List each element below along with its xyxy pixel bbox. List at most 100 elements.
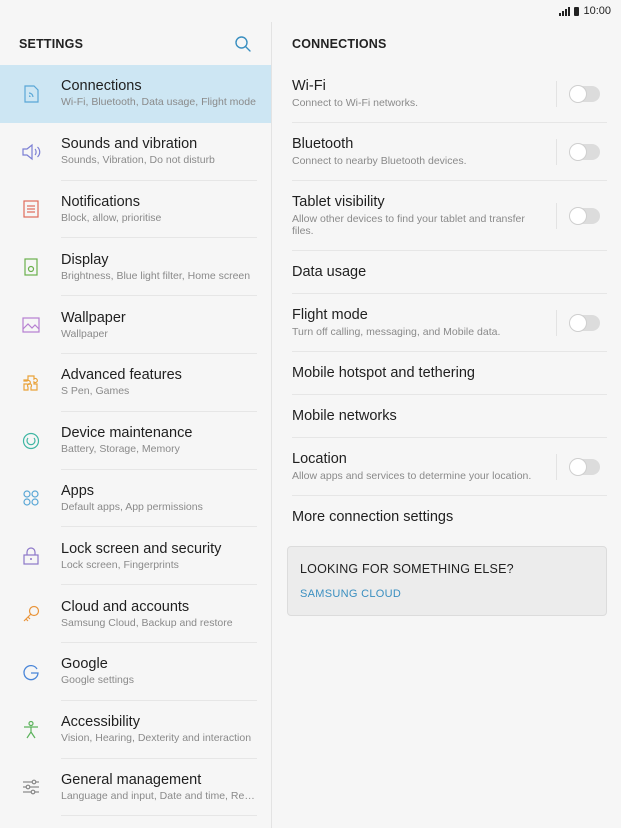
- item-subtitle: Connect to Wi-Fi networks.: [292, 97, 419, 109]
- item-title: Advanced features: [61, 367, 182, 384]
- settings-header: SETTINGS: [0, 22, 271, 65]
- suggestion-card: LOOKING FOR SOMETHING ELSE? SAMSUNG CLOU…: [287, 546, 607, 616]
- key-icon: [23, 605, 40, 622]
- status-bar: 10:00: [0, 0, 621, 22]
- battery-icon: [574, 6, 580, 16]
- item-title: General management: [61, 771, 202, 788]
- connection-item-bluetooth[interactable]: Bluetooth Connect to nearby Bluetooth dev…: [292, 123, 607, 181]
- connections-list: Wi-Fi Connect to Wi-Fi networks. Bluetoot…: [273, 65, 621, 539]
- settings-item-device-maintenance[interactable]: Device maintenance Battery, Storage, Memo…: [0, 412, 271, 470]
- maintenance-icon: [22, 432, 40, 449]
- item-subtitle: Turn off calling, messaging, and Mobile …: [292, 326, 501, 338]
- item-title: Data usage: [292, 263, 367, 280]
- settings-list: Connections Wi-Fi, Bluetooth, Data usage,…: [0, 65, 271, 817]
- settings-item-display[interactable]: Display Brightness, Blue light filter, Ho…: [0, 238, 271, 296]
- item-title: Accessibility: [61, 714, 140, 731]
- tablet-visibility-toggle[interactable]: [569, 206, 600, 225]
- divider: [556, 309, 557, 336]
- item-subtitle: Google settings: [61, 674, 134, 687]
- connection-item-flight-mode[interactable]: Flight mode Turn off calling, messaging, …: [292, 294, 607, 352]
- display-icon: [24, 258, 38, 276]
- item-title: Mobile networks: [292, 407, 397, 424]
- connections-icon: [24, 85, 39, 103]
- item-title: Mobile hotspot and tethering: [292, 364, 475, 381]
- settings-item-general-management[interactable]: General management Language and input, Da…: [0, 759, 271, 817]
- item-subtitle: Wallpaper: [61, 327, 108, 340]
- settings-item-lock-screen[interactable]: Lock screen and security Lock screen, Fin…: [0, 527, 271, 585]
- location-toggle[interactable]: [569, 457, 600, 476]
- connections-title: CONNECTIONS: [292, 36, 387, 51]
- item-subtitle: Brightness, Blue light filter, Home scre…: [61, 269, 251, 282]
- item-title: Notifications: [61, 193, 140, 210]
- item-title: Google: [61, 656, 108, 673]
- item-subtitle: Wi-Fi, Bluetooth, Data usage, Flight mod…: [61, 96, 256, 109]
- divider: [556, 80, 557, 107]
- settings-item-advanced-features[interactable]: Advanced features S Pen, Games: [0, 354, 271, 412]
- divider: [556, 202, 557, 229]
- wifi-toggle[interactable]: [569, 84, 600, 103]
- status-time: 10:00: [583, 5, 611, 17]
- settings-item-connections[interactable]: Connections Wi-Fi, Bluetooth, Data usage,…: [0, 65, 271, 123]
- item-subtitle: Lock screen, Fingerprints: [61, 558, 179, 571]
- item-subtitle: Sounds, Vibration, Do not disturb: [61, 154, 215, 167]
- item-title: Flight mode: [292, 307, 368, 323]
- divider: [556, 453, 557, 480]
- item-title: Cloud and accounts: [61, 598, 190, 615]
- item-subtitle: Allow apps and services to determine you…: [292, 470, 532, 482]
- search-icon[interactable]: [233, 34, 253, 54]
- google-icon: [23, 664, 39, 681]
- connection-item-tablet-visibility[interactable]: Tablet visibility Allow other devices to …: [292, 181, 607, 251]
- flight-mode-toggle[interactable]: [569, 313, 600, 332]
- item-title: Wallpaper: [61, 309, 126, 326]
- item-title: Apps: [61, 482, 95, 499]
- bluetooth-toggle[interactable]: [569, 142, 600, 161]
- settings-item-wallpaper[interactable]: Wallpaper Wallpaper: [0, 296, 271, 354]
- card-title: LOOKING FOR SOMETHING ELSE?: [300, 562, 514, 576]
- notifications-icon: [23, 200, 39, 219]
- connection-item-more-settings[interactable]: More connection settings: [292, 496, 607, 539]
- connection-item-data-usage[interactable]: Data usage: [292, 251, 607, 294]
- settings-item-accessibility[interactable]: Accessibility Vision, Hearing, Dexterity …: [0, 701, 271, 759]
- item-subtitle: Block, allow, prioritise: [61, 211, 162, 224]
- lock-icon: [23, 547, 39, 565]
- settings-title: SETTINGS: [19, 36, 84, 51]
- item-title: Display: [61, 251, 109, 268]
- connection-item-mobile-hotspot[interactable]: Mobile hotspot and tethering: [292, 352, 607, 395]
- signal-icon: [559, 6, 571, 16]
- item-title: More connection settings: [292, 509, 454, 525]
- item-title: Location: [292, 451, 347, 467]
- divider: [556, 138, 557, 165]
- item-subtitle: S Pen, Games: [61, 385, 130, 398]
- item-title: Connections: [61, 78, 142, 95]
- apps-icon: [23, 490, 39, 507]
- samsung-cloud-link[interactable]: SAMSUNG CLOUD: [300, 588, 594, 600]
- accessibility-icon: [24, 720, 38, 738]
- item-title: Sounds and vibration: [61, 136, 198, 153]
- connection-item-mobile-networks[interactable]: Mobile networks: [292, 395, 607, 438]
- puzzle-icon: [23, 375, 38, 391]
- item-subtitle: Language and input, Date and time, Res..…: [61, 789, 257, 802]
- connection-item-location[interactable]: Location Allow apps and services to deter…: [292, 438, 607, 496]
- item-title: Wi-Fi: [292, 78, 326, 94]
- sliders-icon: [23, 780, 39, 795]
- connection-item-wifi[interactable]: Wi-Fi Connect to Wi-Fi networks.: [292, 65, 607, 123]
- settings-item-notifications[interactable]: Notifications Block, allow, prioritise: [0, 181, 271, 239]
- item-title: Lock screen and security: [61, 540, 222, 557]
- settings-item-apps[interactable]: Apps Default apps, App permissions: [0, 470, 271, 528]
- item-title: Device maintenance: [61, 425, 193, 442]
- speaker-icon: [22, 143, 41, 160]
- settings-pane: SETTINGS Connections Wi-Fi, Bluetooth, Da…: [0, 22, 272, 828]
- connections-header: CONNECTIONS: [273, 22, 621, 65]
- settings-item-sounds[interactable]: Sounds and vibration Sounds, Vibration, D…: [0, 123, 271, 181]
- item-subtitle: Allow other devices to find your tablet …: [292, 213, 525, 237]
- item-title: Tablet visibility: [292, 194, 385, 210]
- item-subtitle: Samsung Cloud, Backup and restore: [61, 616, 233, 629]
- connections-pane: CONNECTIONS Wi-Fi Connect to Wi-Fi networ…: [273, 22, 621, 828]
- item-subtitle: Connect to nearby Bluetooth devices.: [292, 155, 467, 167]
- item-subtitle: Vision, Hearing, Dexterity and interacti…: [61, 732, 252, 745]
- item-subtitle: Battery, Storage, Memory: [61, 443, 180, 456]
- settings-item-google[interactable]: Google Google settings: [0, 643, 271, 701]
- item-subtitle: Default apps, App permissions: [61, 500, 203, 513]
- wallpaper-icon: [22, 317, 40, 333]
- settings-item-cloud-accounts[interactable]: Cloud and accounts Samsung Cloud, Backup …: [0, 585, 271, 643]
